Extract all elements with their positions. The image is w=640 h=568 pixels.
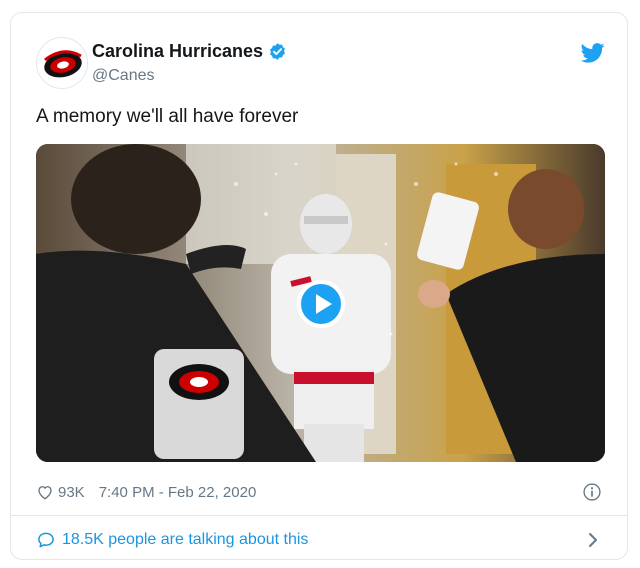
canes-logo <box>38 39 87 88</box>
video-player[interactable] <box>36 144 605 462</box>
divider <box>11 515 627 516</box>
conversation-link[interactable]: 18.5K people are talking about this <box>36 528 602 552</box>
account-handle[interactable]: @Canes <box>92 67 155 85</box>
heart-icon[interactable] <box>36 483 54 501</box>
tweet-text: A memory we'll all have forever <box>36 106 299 127</box>
verified-badge-icon <box>270 43 286 60</box>
account-name[interactable]: Carolina Hurricanes <box>92 41 263 62</box>
like-count[interactable]: 93K <box>58 484 85 501</box>
conversation-text[interactable]: 18.5K people are talking about this <box>62 531 308 549</box>
twitter-bird-icon[interactable] <box>581 43 605 63</box>
play-button[interactable] <box>297 280 345 328</box>
tweet-card[interactable]: Carolina Hurricanes @Canes A memory we'l… <box>10 12 628 560</box>
speech-bubble-icon <box>38 532 54 548</box>
account-avatar[interactable] <box>36 37 88 89</box>
tweet-timestamp[interactable]: 7:40 PM - Feb 22, 2020 <box>99 484 257 501</box>
tweet-meta: 93K 7:40 PM - Feb 22, 2020 <box>36 480 602 504</box>
chevron-right-icon[interactable] <box>584 530 602 550</box>
info-icon[interactable] <box>582 482 602 502</box>
